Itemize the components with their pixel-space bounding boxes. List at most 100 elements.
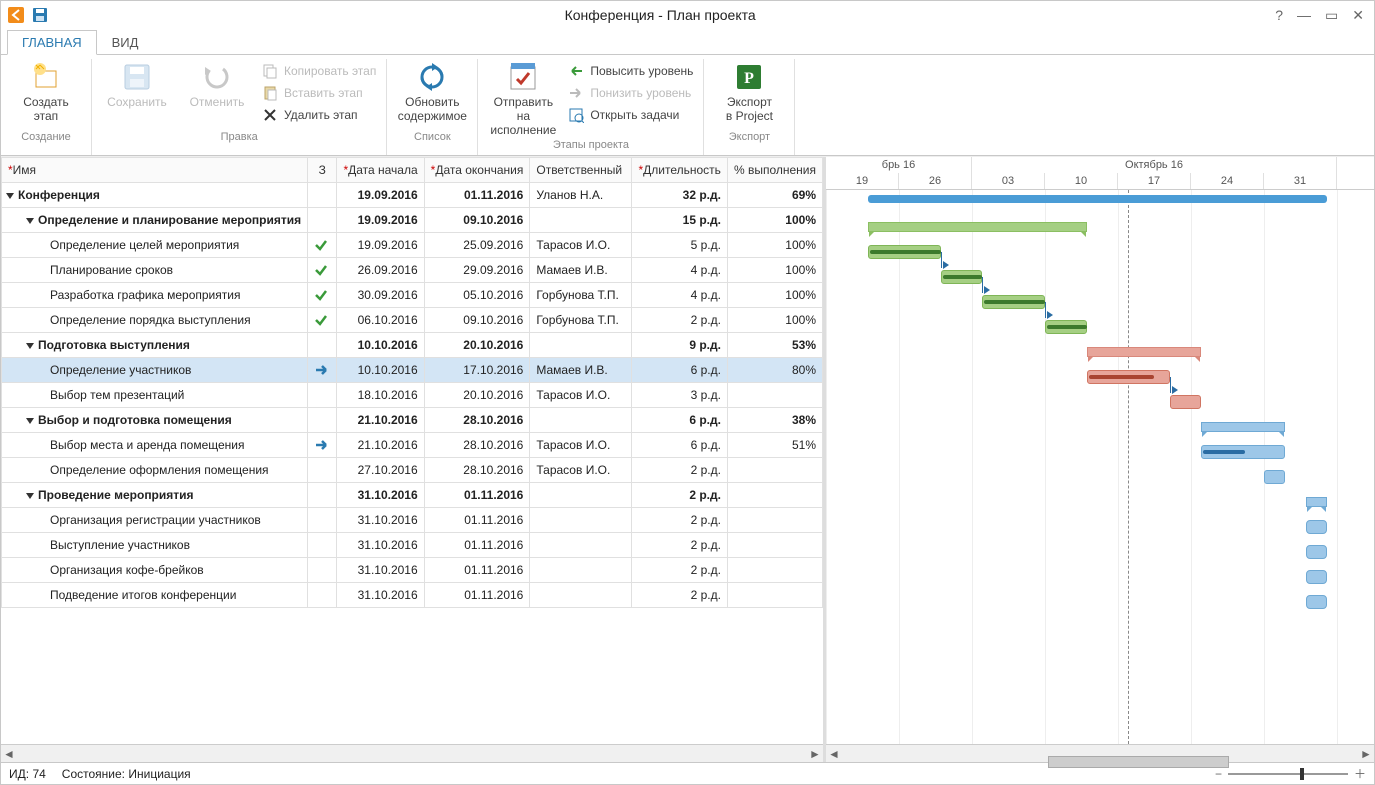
table-row[interactable]: Разработка графика мероприятия30.09.2016… bbox=[2, 283, 823, 308]
copy-stage-button: Копировать этап bbox=[262, 61, 376, 81]
ribbon-group-list: Обновить содержимое Список bbox=[387, 59, 478, 155]
copy-icon bbox=[262, 63, 278, 79]
table-row[interactable]: Определение и планирование мероприятия19… bbox=[2, 208, 823, 233]
table-row[interactable]: Выбор и подготовка помещения21.10.201628… bbox=[2, 408, 823, 433]
level-down-button: Понизить уровень bbox=[568, 83, 693, 103]
maximize-icon[interactable]: ▭ bbox=[1325, 7, 1338, 24]
table-row[interactable]: Выступление участников31.10.201601.11.20… bbox=[2, 533, 823, 558]
group-label-list: Список bbox=[414, 129, 451, 147]
gantt-header: брь 16Октябрь 16 19260310172431 bbox=[826, 157, 1374, 190]
group-label-export: Экспорт bbox=[729, 129, 770, 147]
window-title: Конференция - План проекта bbox=[55, 7, 1265, 23]
ribbon-group-create: Создать этап Создание bbox=[1, 59, 92, 155]
main-area: *Имя З *Дата начала *Дата окончания Отве… bbox=[1, 156, 1374, 762]
col-status[interactable]: З bbox=[308, 158, 337, 183]
table-row[interactable]: Подведение итогов конференции31.10.20160… bbox=[2, 583, 823, 608]
gantt-bar[interactable] bbox=[1087, 347, 1202, 357]
app-icon bbox=[7, 6, 25, 24]
send-label: Отправить на исполнение bbox=[488, 95, 558, 137]
col-duration[interactable]: *Длительность bbox=[632, 158, 727, 183]
grid-hscroll[interactable]: ◄► bbox=[1, 744, 823, 762]
create-stage-label: Создать этап bbox=[23, 95, 69, 123]
table-row[interactable]: Выбор места и аренда помещения21.10.2016… bbox=[2, 433, 823, 458]
table-row[interactable]: Подготовка выступления10.10.201620.10.20… bbox=[2, 333, 823, 358]
refresh-button[interactable]: Обновить содержимое bbox=[397, 61, 467, 123]
zoom-slider[interactable]: − ＋ bbox=[1215, 765, 1366, 782]
ribbon-tabs: ГЛАВНАЯ ВИД bbox=[1, 29, 1374, 55]
paste-icon bbox=[262, 85, 278, 101]
ribbon-group-edit: Сохранить Отменить Копировать этап Встав… bbox=[92, 59, 387, 155]
help-icon[interactable]: ? bbox=[1275, 7, 1283, 24]
col-start[interactable]: *Дата начала bbox=[337, 158, 424, 183]
gantt-bar[interactable] bbox=[941, 270, 983, 284]
table-row[interactable]: Проведение мероприятия31.10.201601.11.20… bbox=[2, 483, 823, 508]
save-button: Сохранить bbox=[102, 61, 172, 109]
col-end[interactable]: *Дата окончания bbox=[424, 158, 530, 183]
table-row[interactable]: Организация регистрации участников31.10.… bbox=[2, 508, 823, 533]
gantt-bar[interactable] bbox=[1306, 595, 1327, 609]
task-grid[interactable]: *Имя З *Дата начала *Дата окончания Отве… bbox=[1, 157, 823, 608]
level-up-button[interactable]: Повысить уровень bbox=[568, 61, 693, 81]
save-label: Сохранить bbox=[107, 95, 167, 109]
table-row[interactable]: Конференция19.09.201601.11.2016Уланов Н.… bbox=[2, 183, 823, 208]
open-tasks-button[interactable]: Открыть задачи bbox=[568, 105, 693, 125]
gantt-bar[interactable] bbox=[1201, 445, 1284, 459]
open-tasks-icon bbox=[568, 107, 584, 123]
arrow-left-green-icon bbox=[568, 63, 584, 79]
group-label-edit: Правка bbox=[221, 129, 258, 147]
group-label-stages: Этапы проекта bbox=[553, 137, 629, 155]
ribbon: Создать этап Создание Сохранить Отменить… bbox=[1, 55, 1374, 156]
title-bar: Конференция - План проекта ? — ▭ ✕ bbox=[1, 1, 1374, 29]
undo-button: Отменить bbox=[182, 61, 252, 109]
export-project-button[interactable]: P Экспорт в Project bbox=[714, 61, 784, 123]
table-row[interactable]: Выбор тем презентаций18.10.201620.10.201… bbox=[2, 383, 823, 408]
gantt-bar[interactable] bbox=[868, 222, 1087, 232]
send-button[interactable]: Отправить на исполнение bbox=[488, 61, 558, 137]
gantt-bar[interactable] bbox=[1306, 570, 1327, 584]
export-label: Экспорт в Project bbox=[726, 95, 773, 123]
gantt-bar[interactable] bbox=[982, 295, 1045, 309]
gantt-bar[interactable] bbox=[1264, 470, 1285, 484]
gantt-bar[interactable] bbox=[868, 245, 941, 259]
table-row[interactable]: Определение оформления помещения27.10.20… bbox=[2, 458, 823, 483]
zoom-out-icon[interactable]: − bbox=[1215, 767, 1222, 781]
gantt-bar[interactable] bbox=[1201, 422, 1284, 432]
status-id: ИД: 74 bbox=[9, 767, 46, 781]
save-icon[interactable] bbox=[31, 6, 49, 24]
gantt-bar[interactable] bbox=[1306, 545, 1327, 559]
col-responsible[interactable]: Ответственный bbox=[530, 158, 632, 183]
col-name[interactable]: *Имя bbox=[2, 158, 308, 183]
table-row[interactable]: Определение участников10.10.201617.10.20… bbox=[2, 358, 823, 383]
paste-stage-button: Вставить этап bbox=[262, 83, 376, 103]
tab-main[interactable]: ГЛАВНАЯ bbox=[7, 30, 97, 55]
delete-stage-button[interactable]: Удалить этап bbox=[262, 105, 376, 125]
table-row[interactable]: Определение порядка выступления06.10.201… bbox=[2, 308, 823, 333]
col-pct[interactable]: % выполнения bbox=[727, 158, 822, 183]
gantt-hscroll[interactable]: ◄ ► bbox=[826, 744, 1374, 762]
task-grid-pane: *Имя З *Дата начала *Дата окончания Отве… bbox=[1, 157, 826, 762]
gantt-bar[interactable] bbox=[1170, 395, 1201, 409]
gantt-bar[interactable] bbox=[1045, 320, 1087, 334]
tab-view[interactable]: ВИД bbox=[97, 30, 154, 55]
ribbon-group-export: P Экспорт в Project Экспорт bbox=[704, 59, 795, 155]
gantt-bar[interactable] bbox=[1306, 520, 1327, 534]
gantt-pane: брь 16Октябрь 16 19260310172431 ◄ ► bbox=[826, 157, 1374, 762]
ribbon-group-stages: Отправить на исполнение Повысить уровень… bbox=[478, 59, 704, 155]
group-label-create: Создание bbox=[21, 129, 71, 147]
close-icon[interactable]: ✕ bbox=[1352, 7, 1364, 24]
create-stage-button[interactable]: Создать этап bbox=[11, 61, 81, 123]
gantt-bar[interactable] bbox=[1087, 370, 1170, 384]
refresh-label: Обновить содержимое bbox=[398, 95, 467, 123]
grid-header: *Имя З *Дата начала *Дата окончания Отве… bbox=[2, 158, 823, 183]
gantt-bar[interactable] bbox=[1306, 497, 1327, 507]
table-row[interactable]: Организация кофе-брейков31.10.201601.11.… bbox=[2, 558, 823, 583]
gantt-bar[interactable] bbox=[868, 195, 1327, 203]
status-state: Состояние: Инициация bbox=[62, 767, 191, 781]
delete-icon bbox=[262, 107, 278, 123]
zoom-in-icon[interactable]: ＋ bbox=[1354, 765, 1366, 782]
table-row[interactable]: Планирование сроков26.09.201629.09.2016М… bbox=[2, 258, 823, 283]
table-row[interactable]: Определение целей мероприятия19.09.20162… bbox=[2, 233, 823, 258]
gantt-chart[interactable] bbox=[826, 190, 1374, 744]
arrow-right-gray-icon bbox=[568, 85, 584, 101]
minimize-icon[interactable]: — bbox=[1297, 7, 1311, 24]
